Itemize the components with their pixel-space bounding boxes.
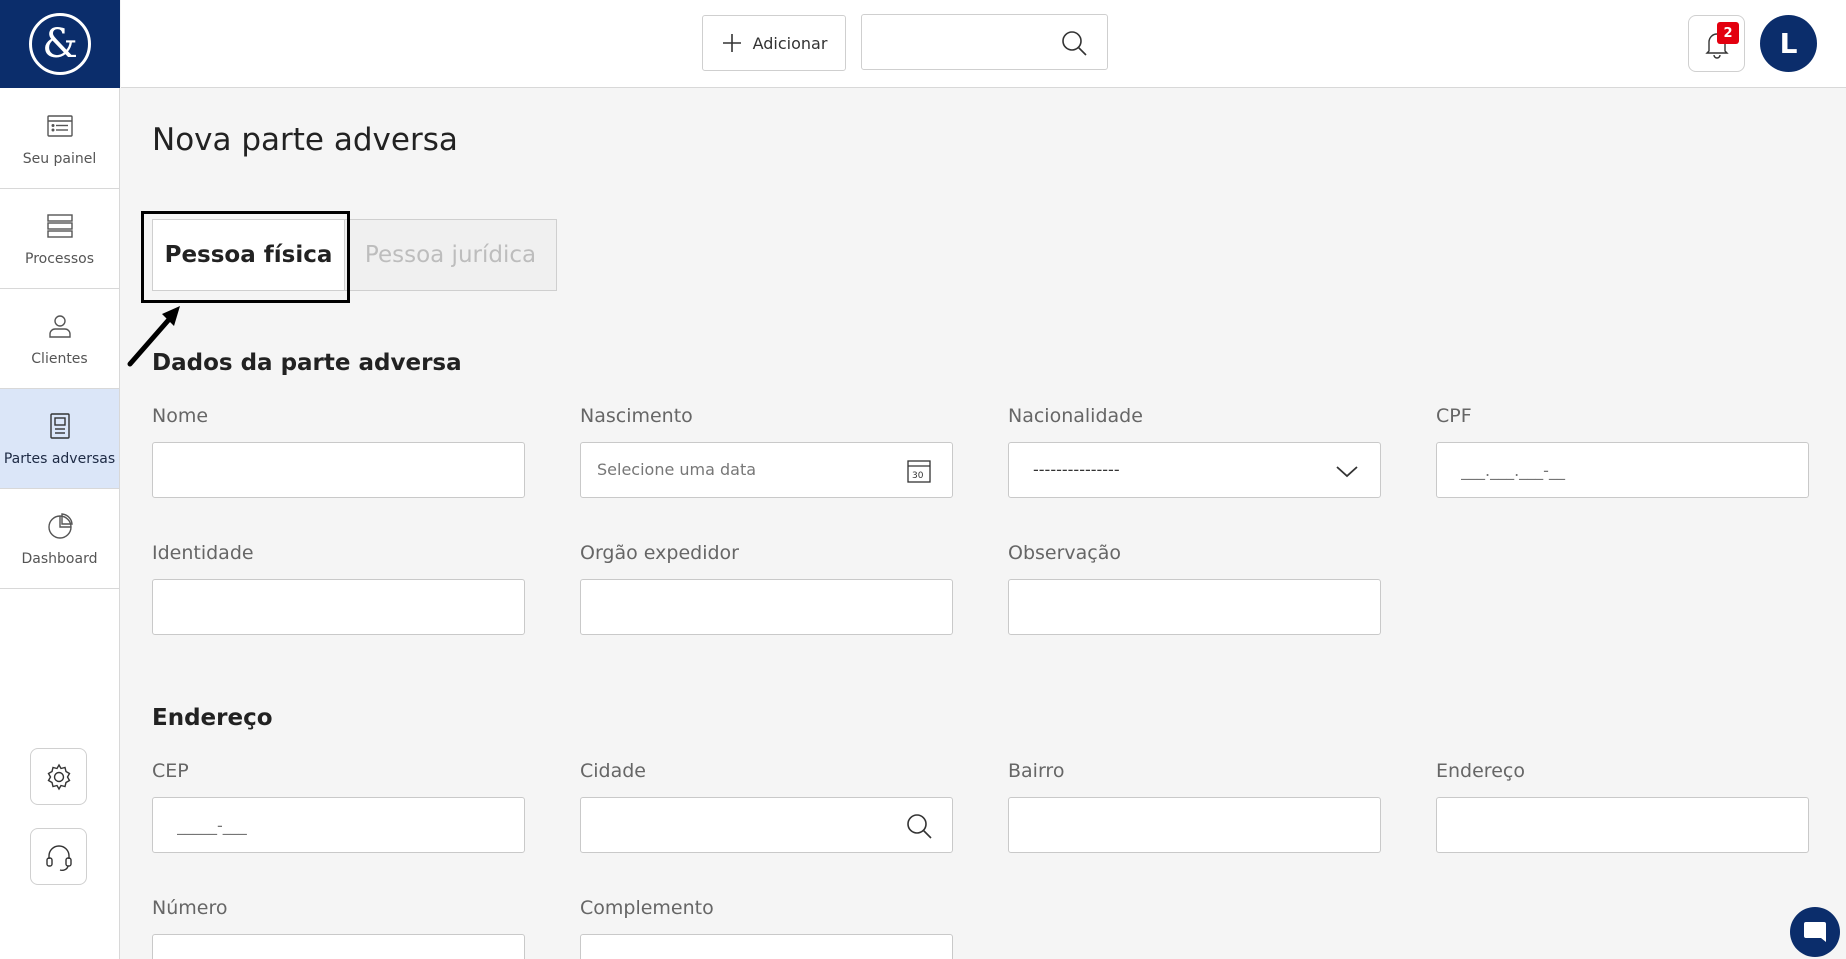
- sidebar-item-label: Partes adversas: [3, 450, 116, 467]
- person-type-tabs: Pessoa física Pessoa jurídica: [152, 219, 557, 291]
- person-icon: [48, 314, 71, 338]
- pie-chart-icon: [47, 512, 73, 539]
- endereco-input[interactable]: [1437, 798, 1808, 852]
- label-numero: Número: [152, 897, 228, 919]
- orgao-expedidor-field[interactable]: [580, 579, 953, 635]
- section-title-dados: Dados da parte adversa: [152, 350, 462, 376]
- add-button[interactable]: Adicionar: [702, 15, 846, 71]
- chat-widget-button[interactable]: [1790, 907, 1840, 957]
- bairro-field[interactable]: [1008, 797, 1381, 853]
- observacao-input[interactable]: [1009, 580, 1380, 634]
- sidebar-item-dashboard[interactable]: Dashboard: [0, 489, 119, 589]
- search-icon[interactable]: [1059, 28, 1089, 58]
- label-endereco: Endereço: [1436, 760, 1525, 782]
- nome-input[interactable]: [153, 443, 524, 497]
- sidebar-item-label: Clientes: [31, 350, 88, 367]
- nascimento-placeholder: Selecione uma data: [597, 460, 757, 479]
- sidebar-item-label: Dashboard: [21, 550, 98, 567]
- nome-field[interactable]: [152, 442, 525, 498]
- plus-icon: [722, 34, 741, 52]
- nacionalidade-select[interactable]: ---------------: [1008, 442, 1381, 498]
- label-nascimento: Nascimento: [580, 405, 693, 427]
- search-icon[interactable]: [904, 811, 934, 841]
- label-bairro: Bairro: [1008, 760, 1065, 782]
- label-observacao: Observação: [1008, 542, 1122, 564]
- sidebar-item-label: Processos: [25, 250, 94, 267]
- cep-input[interactable]: [153, 798, 524, 852]
- label-cidade: Cidade: [580, 760, 646, 782]
- global-search[interactable]: [861, 14, 1108, 70]
- label-cep: CEP: [152, 760, 189, 782]
- sidebar-item-label: Seu painel: [22, 150, 97, 167]
- label-identidade: Identidade: [152, 542, 254, 564]
- support-button[interactable]: [30, 828, 87, 885]
- label-cpf: CPF: [1436, 405, 1472, 427]
- document-icon: [49, 412, 70, 439]
- search-input[interactable]: [862, 15, 1052, 69]
- orgao-expedidor-input[interactable]: [581, 580, 952, 634]
- cpf-field[interactable]: [1436, 442, 1809, 498]
- svg-text:30: 30: [912, 471, 924, 481]
- complemento-input[interactable]: [581, 935, 952, 959]
- app-logo[interactable]: &: [0, 0, 120, 88]
- list-panel-icon: [46, 114, 73, 137]
- user-avatar[interactable]: L: [1760, 15, 1817, 72]
- chat-bubble-icon: [1804, 922, 1826, 942]
- label-orgao-expedidor: Orgão expedidor: [580, 542, 739, 564]
- identidade-input[interactable]: [153, 580, 524, 634]
- tab-pessoa-juridica[interactable]: Pessoa jurídica: [345, 219, 557, 291]
- top-header: Adicionar 2 L: [121, 0, 1846, 88]
- bairro-input[interactable]: [1009, 798, 1380, 852]
- cpf-input[interactable]: [1437, 443, 1808, 497]
- sidebar-item-clientes[interactable]: Clientes: [0, 289, 119, 389]
- label-nome: Nome: [152, 405, 209, 427]
- stack-icon: [46, 213, 73, 238]
- sidebar-item-processos[interactable]: Processos: [0, 189, 119, 289]
- headset-support-icon: [45, 844, 72, 871]
- logo-ampersand-icon: &: [29, 13, 91, 75]
- label-complemento: Complemento: [580, 897, 714, 919]
- observacao-field[interactable]: [1008, 579, 1381, 635]
- settings-button[interactable]: [30, 748, 87, 805]
- sidebar: & Seu painel Processos Clientes Partes a…: [0, 0, 120, 959]
- cidade-input[interactable]: [581, 798, 881, 852]
- settings-gear-icon: [47, 763, 70, 790]
- endereco-field[interactable]: [1436, 797, 1809, 853]
- add-button-label: Adicionar: [752, 33, 828, 53]
- cidade-field[interactable]: [580, 797, 953, 853]
- page-title: Nova parte adversa: [152, 122, 458, 158]
- notifications-button[interactable]: 2: [1688, 15, 1745, 72]
- section-title-endereco: Endereço: [152, 705, 273, 731]
- cep-field[interactable]: [152, 797, 525, 853]
- chevron-down-icon: [1336, 466, 1358, 478]
- notification-badge: 2: [1717, 22, 1739, 44]
- sidebar-item-seu-painel[interactable]: Seu painel: [0, 89, 119, 189]
- calendar-icon[interactable]: 30: [904, 456, 934, 486]
- sidebar-item-partes-adversas[interactable]: Partes adversas: [0, 389, 119, 489]
- nacionalidade-selected-value: ---------------: [1033, 460, 1120, 479]
- label-nacionalidade: Nacionalidade: [1008, 405, 1143, 427]
- nascimento-datepicker[interactable]: Selecione uma data 30: [580, 442, 953, 498]
- identidade-field[interactable]: [152, 579, 525, 635]
- complemento-field[interactable]: [580, 934, 953, 959]
- tab-pessoa-fisica[interactable]: Pessoa física: [152, 219, 345, 291]
- numero-field[interactable]: [152, 934, 525, 959]
- numero-input[interactable]: [153, 935, 524, 959]
